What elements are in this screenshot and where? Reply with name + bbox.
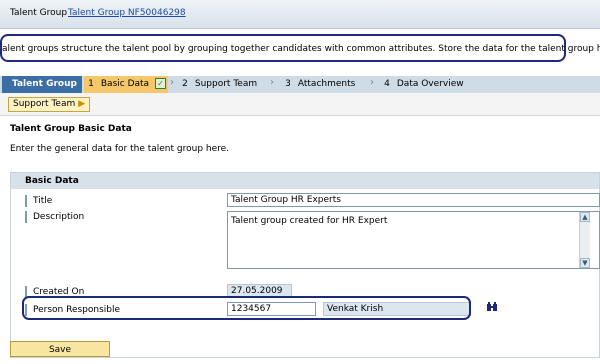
step-data-overview[interactable]: 4 Data Overview [380, 76, 480, 93]
tab-talent-group[interactable]: Talent Group [2, 76, 82, 93]
step-number: 4 [384, 79, 390, 89]
scroll-down-icon[interactable]: ▼ [580, 258, 590, 268]
crumb-bar: Support Team ▶ [0, 93, 600, 116]
intro-text: alent groups structure the talent pool b… [2, 44, 600, 54]
description-label: Description [25, 211, 84, 223]
step-label: Data Overview [396, 79, 464, 89]
check-icon: ✓ [154, 78, 166, 89]
play-icon: ▶ [78, 99, 86, 109]
chevron-right-icon: › [370, 77, 374, 88]
roadmap: Talent Group 1 Basic Data ✓ › 2 Support … [0, 76, 600, 106]
step-number: 3 [285, 79, 291, 89]
step-attachments[interactable]: 3 Attachments [281, 76, 376, 93]
step-label: Support Team [194, 79, 258, 89]
title-label: Title [25, 195, 52, 207]
binoculars-icon[interactable] [486, 301, 498, 313]
support-team-label: Support Team [13, 99, 76, 109]
header-bar: Talent Group Talent Group NF50046298 [0, 0, 600, 29]
step-number: 2 [182, 79, 188, 89]
talent-group-link[interactable]: Talent Group NF50046298 [68, 8, 186, 18]
title-field[interactable] [227, 193, 600, 207]
scrollbar[interactable]: ▲ ▼ [579, 212, 590, 268]
panel-title: Basic Data [11, 173, 599, 189]
scroll-up-icon[interactable]: ▲ [580, 212, 590, 222]
description-value: Talent group created for HR Expert [231, 216, 388, 226]
step-basic-data[interactable]: 1 Basic Data ✓ [84, 76, 168, 93]
section-description: Enter the general data for the talent gr… [10, 144, 230, 154]
step-label: Attachments [297, 79, 356, 89]
step-label: Basic Data [100, 79, 150, 89]
section-title: Talent Group Basic Data [10, 124, 132, 134]
step-number: 1 [88, 79, 94, 89]
basic-data-panel: Basic Data Title Description Talent grou… [10, 172, 600, 358]
description-field[interactable]: Talent group created for HR Expert [227, 211, 600, 269]
step-support-team[interactable]: 2 Support Team ✓ [178, 76, 268, 106]
support-team-button[interactable]: Support Team ▶ [8, 97, 91, 112]
chevron-right-icon: › [270, 77, 274, 88]
person-responsible-highlight [22, 296, 471, 320]
save-button[interactable]: Save [10, 341, 110, 357]
intro-callout: alent groups structure the talent pool b… [0, 34, 600, 62]
header-title: Talent Group [10, 8, 68, 18]
chevron-right-icon: › [170, 77, 174, 88]
